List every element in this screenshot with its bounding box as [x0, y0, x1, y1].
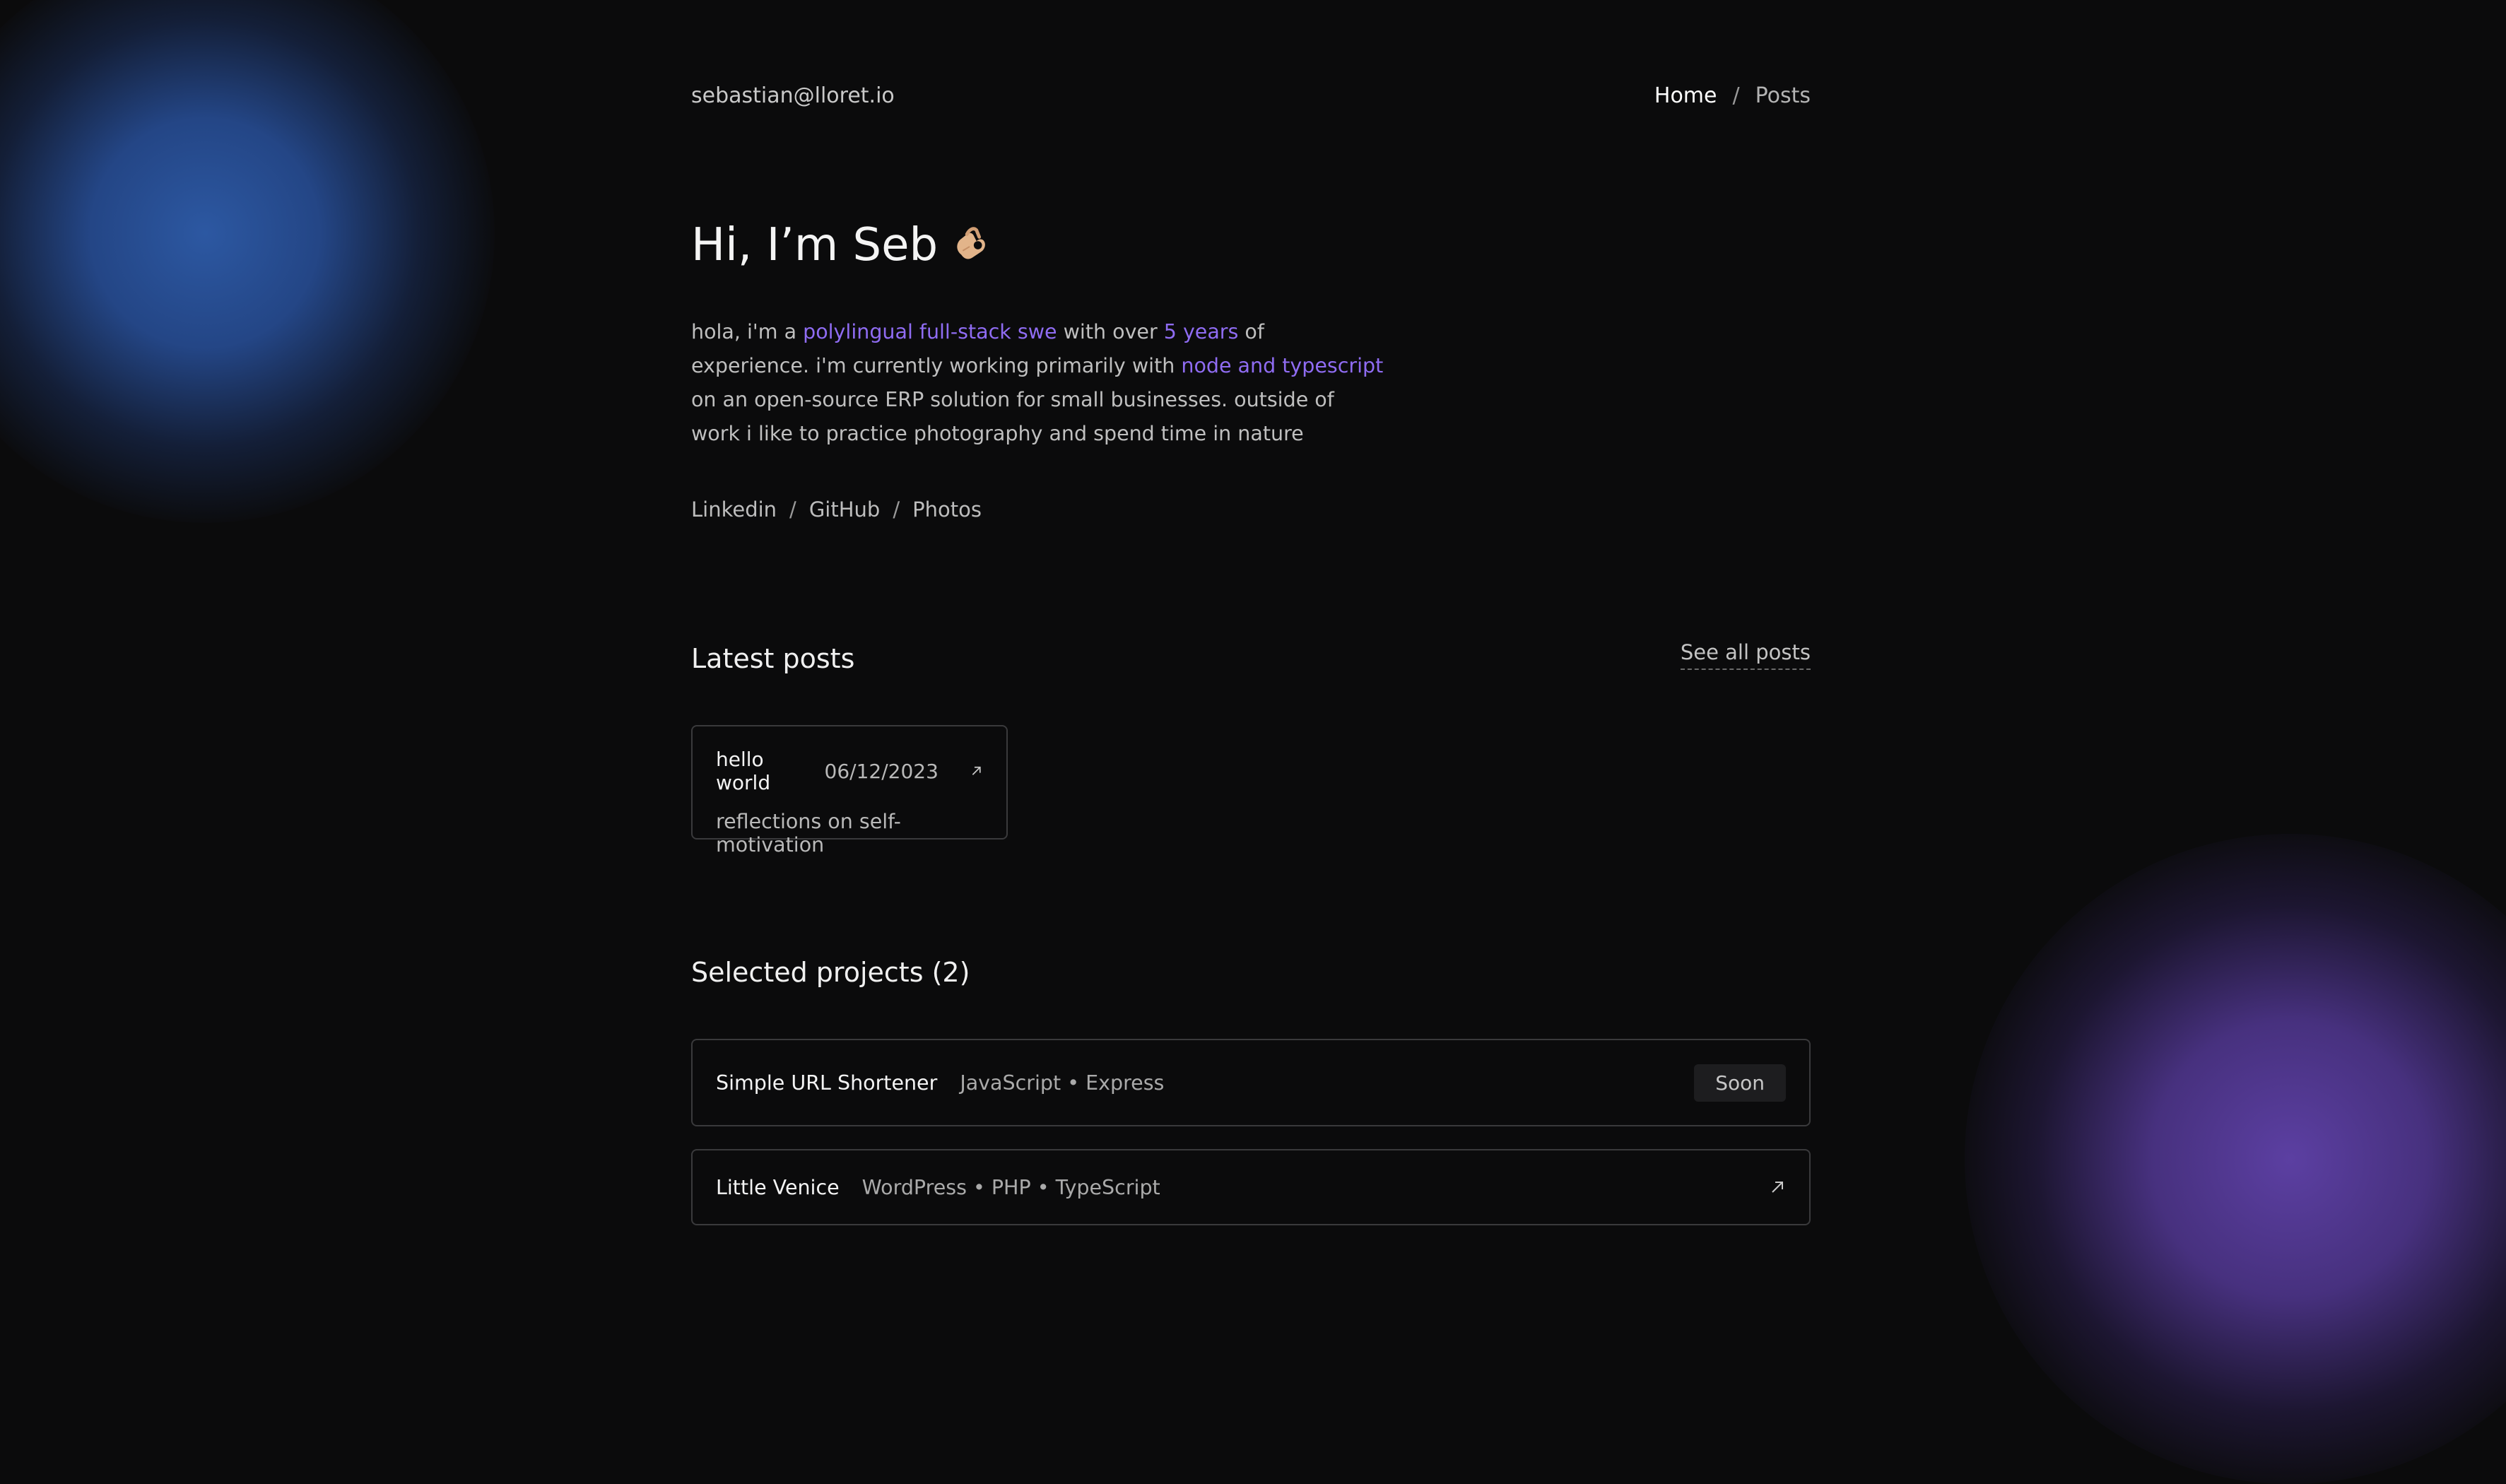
ok-hand-icon — [949, 223, 993, 267]
background-blue-glow — [0, 0, 495, 523]
social-separator: / — [789, 497, 796, 522]
nav-separator: / — [1732, 83, 1740, 108]
see-all-posts-link[interactable]: See all posts — [1680, 640, 1811, 670]
intro-highlight-years: 5 years — [1163, 320, 1239, 343]
page-container: sebastian@lloret.io Home / Posts Hi, I’m… — [691, 0, 1811, 1310]
github-link[interactable]: GitHub — [809, 497, 881, 522]
project-name: Little Venice — [716, 1175, 840, 1199]
photos-link[interactable]: Photos — [912, 497, 982, 522]
intro-paragraph: hola, i'm a polylingual full-stack swe w… — [691, 315, 1384, 451]
intro-text-2: with over — [1057, 320, 1164, 343]
intro-highlight-tech: node and typescript — [1181, 354, 1384, 377]
email-link[interactable]: sebastian@lloret.io — [691, 83, 895, 108]
top-bar: sebastian@lloret.io Home / Posts — [691, 79, 1811, 112]
intro-text-1: hola, i'm a — [691, 320, 804, 343]
page-title-text: Hi, I’m Seb — [691, 219, 939, 271]
status-badge: Soon — [1694, 1064, 1786, 1102]
post-subtitle: reflections on self-motivation — [716, 810, 901, 856]
page-title: Hi, I’m Seb — [691, 219, 993, 271]
post-card[interactable]: hello world 06/12/2023 reflections on se… — [691, 725, 1008, 856]
nav-home-link[interactable]: Home — [1654, 83, 1717, 108]
nav-posts-link[interactable]: Posts — [1755, 83, 1811, 108]
nav-breadcrumb: Home / Posts — [1654, 83, 1811, 108]
project-tags: WordPress • PHP • TypeScript — [861, 1175, 1160, 1199]
intro-text-4: on an open-source ERP solution for small… — [691, 388, 1334, 445]
background-purple-glow — [1965, 834, 2506, 1484]
social-separator: / — [893, 497, 900, 522]
linkedin-link[interactable]: Linkedin — [691, 497, 777, 522]
latest-posts-heading: Latest posts — [691, 643, 855, 674]
project-tags: JavaScript • Express — [960, 1071, 1165, 1095]
project-card[interactable]: Simple URL Shortener JavaScript • Expres… — [691, 1039, 1811, 1126]
post-title: hello world — [716, 748, 771, 794]
arrow-up-right-icon — [972, 766, 981, 775]
arrow-up-right-icon[interactable] — [1769, 1179, 1786, 1196]
post-date: 06/12/2023 — [824, 759, 939, 783]
projects-heading: Selected projects (2) — [691, 957, 970, 988]
intro-highlight-stack: polylingual full-stack swe — [803, 320, 1057, 343]
social-links: Linkedin / GitHub / Photos — [691, 497, 982, 522]
project-name: Simple URL Shortener — [716, 1071, 938, 1095]
project-card[interactable]: Little Venice WordPress • PHP • TypeScri… — [691, 1149, 1811, 1225]
